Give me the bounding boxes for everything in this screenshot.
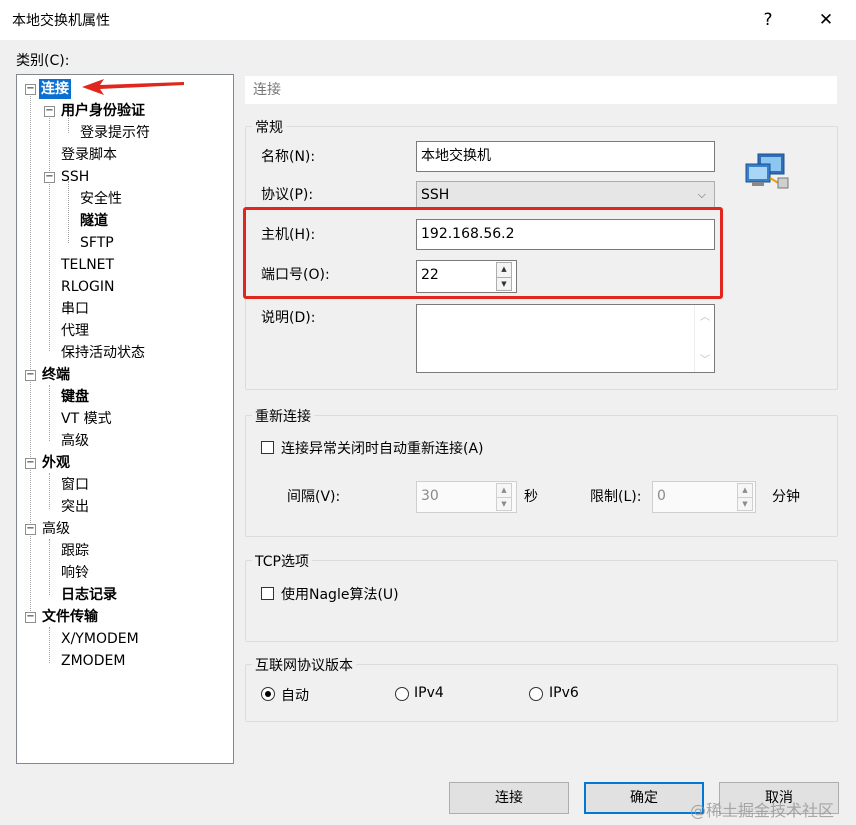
- spin-up-icon[interactable]: ▲: [497, 484, 511, 498]
- ipv6-radio[interactable]: [529, 687, 543, 701]
- interval-label: 间隔(V):: [287, 489, 341, 505]
- description-label: 说明(D):: [261, 310, 316, 326]
- ipv4-radio[interactable]: [395, 687, 409, 701]
- tree-item-xymodem[interactable]: X/YMODEM: [61, 629, 139, 649]
- nagle-checkbox[interactable]: [261, 587, 274, 600]
- chevron-down-icon: ⌵: [697, 188, 706, 201]
- collapse-icon[interactable]: −: [25, 84, 36, 95]
- tree-item-serial[interactable]: 串口: [61, 299, 89, 319]
- interval-spinner[interactable]: ▲ ▼: [496, 483, 512, 511]
- auto-reconnect-label[interactable]: 连接异常关闭时自动重新连接(A): [281, 438, 484, 458]
- tree-item-appearance[interactable]: 外观: [42, 453, 70, 473]
- tree-item-rlogin[interactable]: RLOGIN: [61, 277, 115, 297]
- close-button[interactable]: ✕: [806, 6, 846, 34]
- title-bar: 本地交换机属性 ? ✕: [0, 0, 856, 40]
- ip-version-group-title: 互联网协议版本: [252, 655, 356, 675]
- spin-up-icon[interactable]: ▲: [738, 484, 752, 498]
- tree-item-login-script[interactable]: 登录脚本: [61, 145, 117, 165]
- reconnect-group-title: 重新连接: [252, 406, 314, 426]
- collapse-icon[interactable]: −: [25, 524, 36, 535]
- limit-unit: 分钟: [772, 489, 800, 505]
- ok-button[interactable]: 确定: [584, 782, 704, 814]
- ipv4-label[interactable]: IPv4: [414, 685, 444, 701]
- tree-item-keyboard[interactable]: 键盘: [61, 387, 89, 407]
- collapse-icon[interactable]: −: [44, 106, 55, 117]
- help-button[interactable]: ?: [748, 6, 788, 34]
- reconnect-group: [245, 415, 838, 537]
- description-textarea[interactable]: [416, 304, 715, 373]
- scroll-up-icon[interactable]: ︿: [695, 308, 715, 323]
- protocol-value: SSH: [421, 187, 450, 203]
- limit-label: 限制(L):: [590, 489, 642, 505]
- ipv6-label[interactable]: IPv6: [549, 685, 579, 701]
- tree-item-keepalive[interactable]: 保持活动状态: [61, 343, 145, 363]
- tree-item-proxy[interactable]: 代理: [61, 321, 89, 341]
- ip-auto-radio[interactable]: [261, 687, 275, 701]
- tree-item-telnet[interactable]: TELNET: [61, 255, 114, 275]
- tcp-group-title: TCP选项: [252, 551, 312, 571]
- tree-item-window[interactable]: 窗口: [61, 475, 89, 495]
- tree-item-connection[interactable]: 连接: [39, 79, 71, 99]
- general-group-title: 常规: [252, 117, 286, 137]
- category-tree[interactable]: − − − − − − − 连接 用户身份验证 登录提示符 登录脚本 SSH 安…: [16, 74, 234, 764]
- annotation-arrow-icon: [82, 79, 184, 95]
- collapse-icon[interactable]: −: [25, 458, 36, 469]
- tree-item-sftp[interactable]: SFTP: [80, 233, 114, 253]
- tree-item-trace[interactable]: 跟踪: [61, 541, 89, 561]
- connect-button[interactable]: 连接: [449, 782, 569, 814]
- panel-header: 连接: [245, 76, 837, 104]
- tree-item-login-prompts[interactable]: 登录提示符: [80, 123, 150, 143]
- network-computer-icon: [745, 153, 789, 189]
- collapse-icon[interactable]: −: [25, 370, 36, 381]
- interval-unit: 秒: [524, 489, 538, 505]
- watermark: @稀土掘金技术社区: [690, 801, 835, 820]
- protocol-label: 协议(P):: [261, 187, 314, 203]
- tree-item-highlight[interactable]: 突出: [61, 497, 89, 517]
- name-input[interactable]: 本地交换机: [416, 141, 715, 172]
- category-label: 类别(C):: [16, 53, 70, 69]
- scroll-down-icon[interactable]: ﹀: [695, 351, 715, 366]
- tree-item-zmodem[interactable]: ZMODEM: [61, 651, 125, 671]
- tree-item-ssh[interactable]: SSH: [61, 167, 89, 187]
- annotation-highlight-box: [243, 207, 723, 299]
- ip-auto-label[interactable]: 自动: [281, 685, 309, 705]
- name-label: 名称(N):: [261, 149, 316, 165]
- collapse-icon[interactable]: −: [44, 172, 55, 183]
- spin-down-icon[interactable]: ▼: [497, 498, 511, 511]
- description-scrollbar[interactable]: ︿ ﹀: [694, 305, 715, 372]
- tree-item-terminal[interactable]: 终端: [42, 365, 70, 385]
- tree-item-security[interactable]: 安全性: [80, 189, 122, 209]
- nagle-label[interactable]: 使用Nagle算法(U): [281, 584, 399, 604]
- auto-reconnect-checkbox[interactable]: [261, 441, 274, 454]
- tree-item-tunnel[interactable]: 隧道: [80, 211, 108, 231]
- tree-item-file-transfer[interactable]: 文件传输: [42, 607, 98, 627]
- tree-item-bell[interactable]: 响铃: [61, 563, 89, 583]
- spin-down-icon[interactable]: ▼: [738, 498, 752, 511]
- window-title: 本地交换机属性: [12, 13, 110, 29]
- tree-item-vt-modes[interactable]: VT 模式: [61, 409, 112, 429]
- protocol-select[interactable]: SSH ⌵: [416, 181, 715, 209]
- collapse-icon[interactable]: −: [25, 612, 36, 623]
- tree-item-logging[interactable]: 日志记录: [61, 585, 117, 605]
- tree-item-user-auth[interactable]: 用户身份验证: [61, 101, 145, 121]
- limit-spinner[interactable]: ▲ ▼: [737, 483, 753, 511]
- tree-item-advanced[interactable]: 高级: [42, 519, 70, 539]
- tree-item-terminal-advanced[interactable]: 高级: [61, 431, 89, 451]
